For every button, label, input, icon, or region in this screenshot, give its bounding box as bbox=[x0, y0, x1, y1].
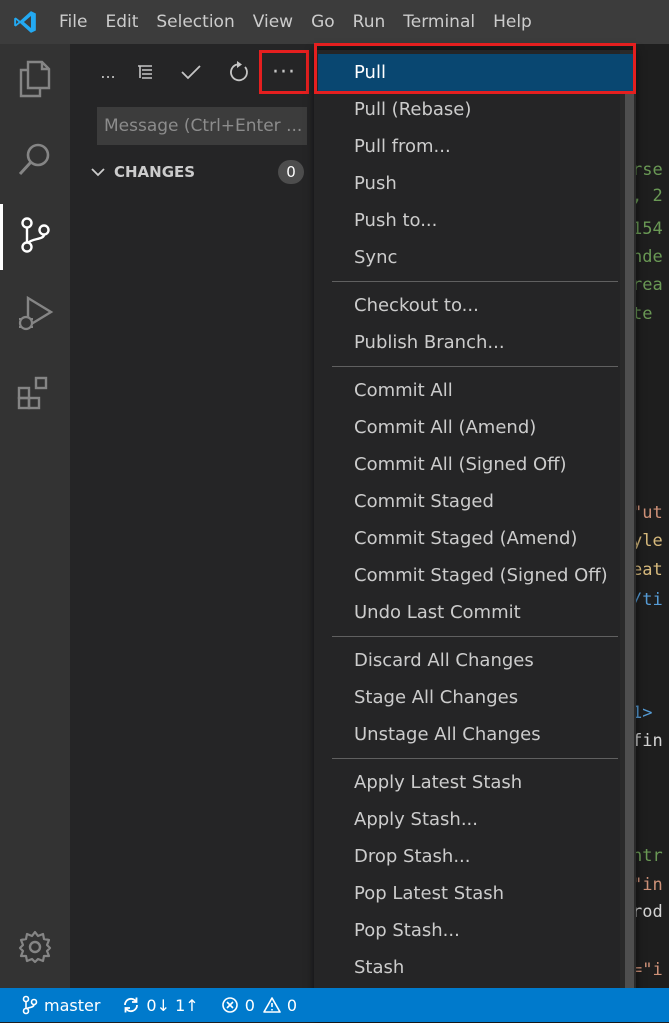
menu-selection[interactable]: Selection bbox=[147, 0, 243, 44]
code-fragment: eat bbox=[632, 560, 663, 580]
menu-item-checkout-to[interactable]: Checkout to... bbox=[314, 287, 620, 324]
branch-name: master bbox=[44, 995, 101, 1015]
changes-count-badge: 0 bbox=[278, 160, 304, 184]
sync-indicator[interactable]: 0↓ 1↑ bbox=[122, 995, 199, 1015]
commit-check-icon[interactable] bbox=[176, 56, 206, 88]
menu-separator bbox=[332, 758, 618, 759]
problems-indicator[interactable]: 0 0 bbox=[221, 996, 297, 1015]
source-control-panel: ... ··· Message (Ctrl+Enter ... CHANGES … bbox=[70, 44, 314, 988]
views-overflow-button[interactable]: ... bbox=[96, 56, 120, 88]
search-icon[interactable] bbox=[0, 124, 70, 194]
extensions-icon[interactable] bbox=[0, 358, 70, 428]
menu-item-commit-staged[interactable]: Commit Staged bbox=[314, 483, 620, 520]
code-fragment: nde bbox=[632, 247, 663, 267]
menu-item-undo-last-commit[interactable]: Undo Last Commit bbox=[314, 594, 620, 631]
menu-scrollbar-thumb[interactable] bbox=[625, 60, 634, 1010]
error-icon bbox=[221, 997, 238, 1013]
code-fragment: , 2 bbox=[632, 186, 663, 206]
menu-file[interactable]: File bbox=[50, 0, 96, 44]
commit-message-input[interactable]: Message (Ctrl+Enter ... bbox=[97, 107, 307, 145]
menu-bar: File Edit Selection View Go Run Terminal Help bbox=[50, 0, 541, 44]
run-debug-icon[interactable] bbox=[0, 278, 70, 348]
menu-item-pop-stash[interactable]: Pop Stash... bbox=[314, 912, 620, 949]
vscode-logo-icon bbox=[0, 0, 50, 44]
menu-item-stage-all-changes[interactable]: Stage All Changes bbox=[314, 679, 620, 716]
code-fragment: rea bbox=[632, 275, 663, 295]
menu-item-commit-all-signed-off[interactable]: Commit All (Signed Off) bbox=[314, 446, 620, 483]
menu-item-push[interactable]: Push bbox=[314, 165, 620, 202]
title-bar: File Edit Selection View Go Run Terminal Help bbox=[0, 0, 669, 44]
code-fragment: ntr bbox=[632, 846, 663, 866]
menu-help[interactable]: Help bbox=[484, 0, 541, 44]
code-fragment: 154 bbox=[632, 219, 663, 239]
menu-item-commit-staged-amend[interactable]: Commit Staged (Amend) bbox=[314, 520, 620, 557]
error-count: 0 bbox=[244, 995, 255, 1015]
menu-go[interactable]: Go bbox=[302, 0, 344, 44]
code-fragment: yle bbox=[632, 531, 663, 551]
menu-item-commit-all[interactable]: Commit All bbox=[314, 372, 620, 409]
chevron-down-icon bbox=[91, 168, 105, 177]
code-fragment: ="i bbox=[632, 960, 663, 980]
code-fragment: fin bbox=[632, 731, 663, 751]
menu-view[interactable]: View bbox=[244, 0, 302, 44]
menu-separator bbox=[332, 281, 618, 282]
git-branch-icon bbox=[22, 995, 38, 1015]
source-control-icon[interactable] bbox=[0, 200, 70, 270]
menu-item-pull-from[interactable]: Pull from... bbox=[314, 128, 620, 165]
code-fragment: /ti bbox=[632, 590, 663, 610]
code-fragment: rse bbox=[632, 160, 663, 180]
code-fragment: "ut bbox=[632, 503, 663, 523]
menu-item-commit-staged-signed-off[interactable]: Commit Staged (Signed Off) bbox=[314, 557, 620, 594]
warning-count: 0 bbox=[286, 995, 298, 1015]
refresh-icon[interactable] bbox=[224, 56, 254, 88]
highlight-box-more-actions bbox=[259, 50, 309, 94]
menu-item-pull-rebase[interactable]: Pull (Rebase) bbox=[314, 91, 620, 128]
menu-item-pop-latest-stash[interactable]: Pop Latest Stash bbox=[314, 875, 620, 912]
menu-item-unstage-all-changes[interactable]: Unstage All Changes bbox=[314, 716, 620, 753]
menu-item-apply-stash[interactable]: Apply Stash... bbox=[314, 801, 620, 838]
status-bar: master 0↓ 1↑ 0 0 bbox=[0, 988, 669, 1022]
warning-icon bbox=[263, 997, 281, 1013]
sync-icon bbox=[124, 997, 139, 1013]
menu-item-stash[interactable]: Stash bbox=[314, 949, 620, 986]
settings-gear-icon[interactable] bbox=[0, 912, 70, 982]
activity-bar bbox=[0, 44, 70, 988]
changes-label: CHANGES bbox=[114, 163, 196, 181]
menu-item-discard-all-changes[interactable]: Discard All Changes bbox=[314, 642, 620, 679]
code-fragment: rod bbox=[632, 902, 663, 922]
menu-edit[interactable]: Edit bbox=[96, 0, 147, 44]
branch-indicator[interactable]: master bbox=[22, 995, 100, 1015]
code-fragment: "in bbox=[632, 875, 663, 895]
menu-item-sync[interactable]: Sync bbox=[314, 239, 620, 276]
menu-item-drop-stash[interactable]: Drop Stash... bbox=[314, 838, 620, 875]
more-actions-menu: Pull Pull (Rebase) Pull from... Push Push to… bbox=[314, 50, 636, 1022]
sync-counts: 0↓ 1↑ bbox=[146, 995, 199, 1015]
menu-item-commit-all-amend[interactable]: Commit All (Amend) bbox=[314, 409, 620, 446]
menu-separator bbox=[332, 636, 618, 637]
menu-item-publish-branch[interactable]: Publish Branch... bbox=[314, 324, 620, 361]
changes-section-header[interactable]: CHANGES 0 bbox=[90, 158, 310, 186]
view-as-tree-icon[interactable] bbox=[130, 56, 160, 88]
menu-run[interactable]: Run bbox=[344, 0, 395, 44]
menu-item-push-to[interactable]: Push to... bbox=[314, 202, 620, 239]
menu-separator bbox=[332, 366, 618, 367]
menu-terminal[interactable]: Terminal bbox=[394, 0, 484, 44]
menu-item-apply-latest-stash[interactable]: Apply Latest Stash bbox=[314, 764, 620, 801]
highlight-box-pull bbox=[314, 43, 636, 94]
files-icon[interactable] bbox=[0, 44, 70, 114]
